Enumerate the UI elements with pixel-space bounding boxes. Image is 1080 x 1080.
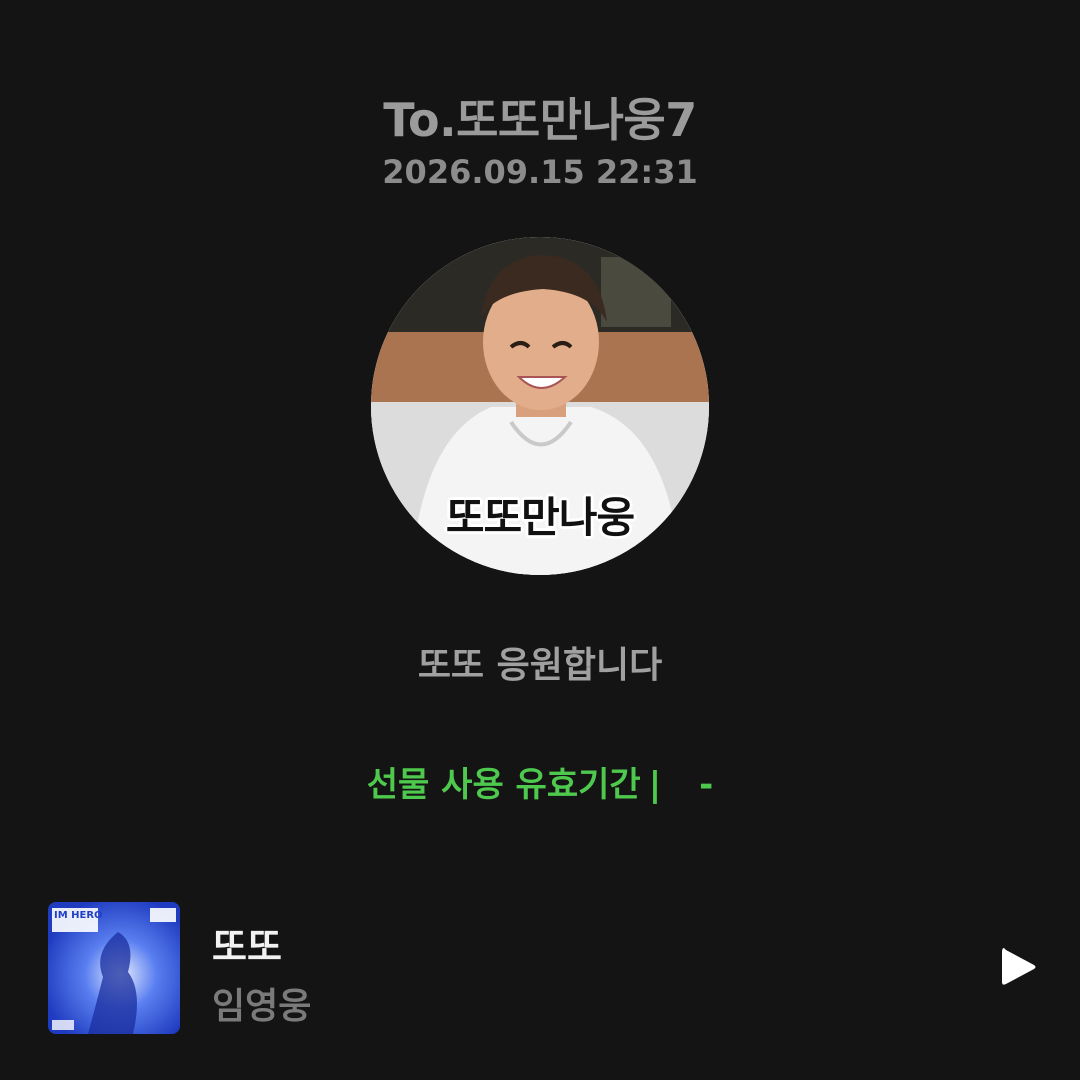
track-row[interactable]: IM HERO 또또 임영웅 xyxy=(48,900,1038,1034)
album-art-text: IM HERO xyxy=(54,910,103,921)
album-art-illustration: IM HERO xyxy=(48,902,180,1034)
track-artist: 임영웅 xyxy=(212,986,312,1027)
validity-separator: | xyxy=(648,765,662,805)
track-title: 또또 xyxy=(212,925,282,969)
gift-validity: 선물 사용 유효기간 | - xyxy=(0,757,1080,806)
profile-caption: 또또만나웅 xyxy=(445,493,635,542)
validity-value: - xyxy=(699,765,714,805)
recipient-title: To.또또만나웅7 xyxy=(383,93,697,147)
album-art: IM HERO xyxy=(48,902,180,1034)
validity-label: 선물 사용 유효기간 xyxy=(366,765,641,805)
gift-timestamp: 2026.09.15 22:31 xyxy=(382,153,698,191)
play-button[interactable] xyxy=(998,944,1038,990)
gift-message: 또또 응원합니다 xyxy=(417,645,663,686)
profile-image: 또또만나웅 xyxy=(371,237,709,575)
play-icon xyxy=(1002,948,1036,985)
